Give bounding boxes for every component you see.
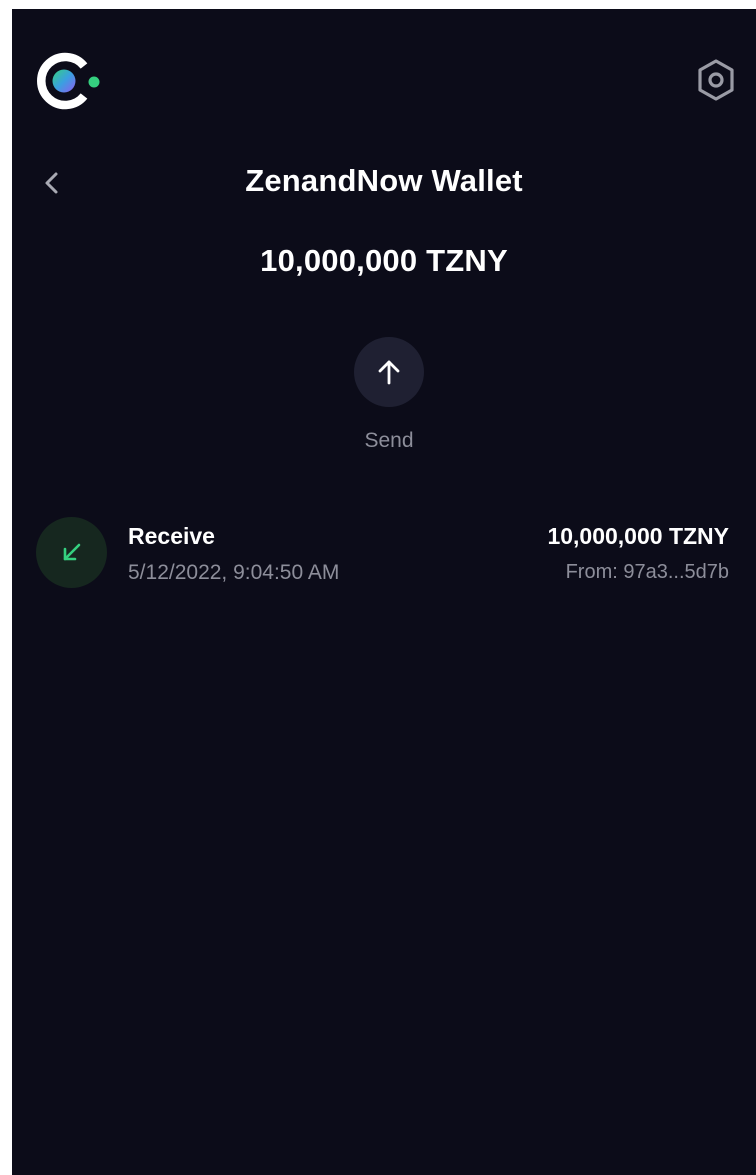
transaction-date: 5/12/2022, 9:04:50 AM bbox=[128, 561, 340, 584]
receive-badge bbox=[36, 517, 107, 588]
arrow-down-left-icon bbox=[63, 543, 81, 561]
settings-icon[interactable] bbox=[694, 57, 738, 103]
celo-logo-icon bbox=[36, 51, 102, 111]
wallet-balance: 10,000,000 TZNY bbox=[260, 243, 508, 278]
transaction-type: Receive bbox=[128, 523, 215, 549]
wallet-screen: ZenandNow Wallet 10,000,000 TZNY Send Re… bbox=[12, 9, 756, 1175]
transaction-row[interactable]: Receive 5/12/2022, 9:04:50 AM 10,000,000… bbox=[12, 509, 756, 599]
wallet-title: ZenandNow Wallet bbox=[245, 163, 523, 198]
arrow-up-icon bbox=[378, 360, 400, 385]
transaction-sender: From: 97a3...5d7b bbox=[565, 561, 729, 583]
send-label: Send bbox=[364, 429, 414, 452]
transaction-amount: 10,000,000 TZNY bbox=[547, 523, 729, 549]
send-button[interactable] bbox=[354, 337, 424, 407]
